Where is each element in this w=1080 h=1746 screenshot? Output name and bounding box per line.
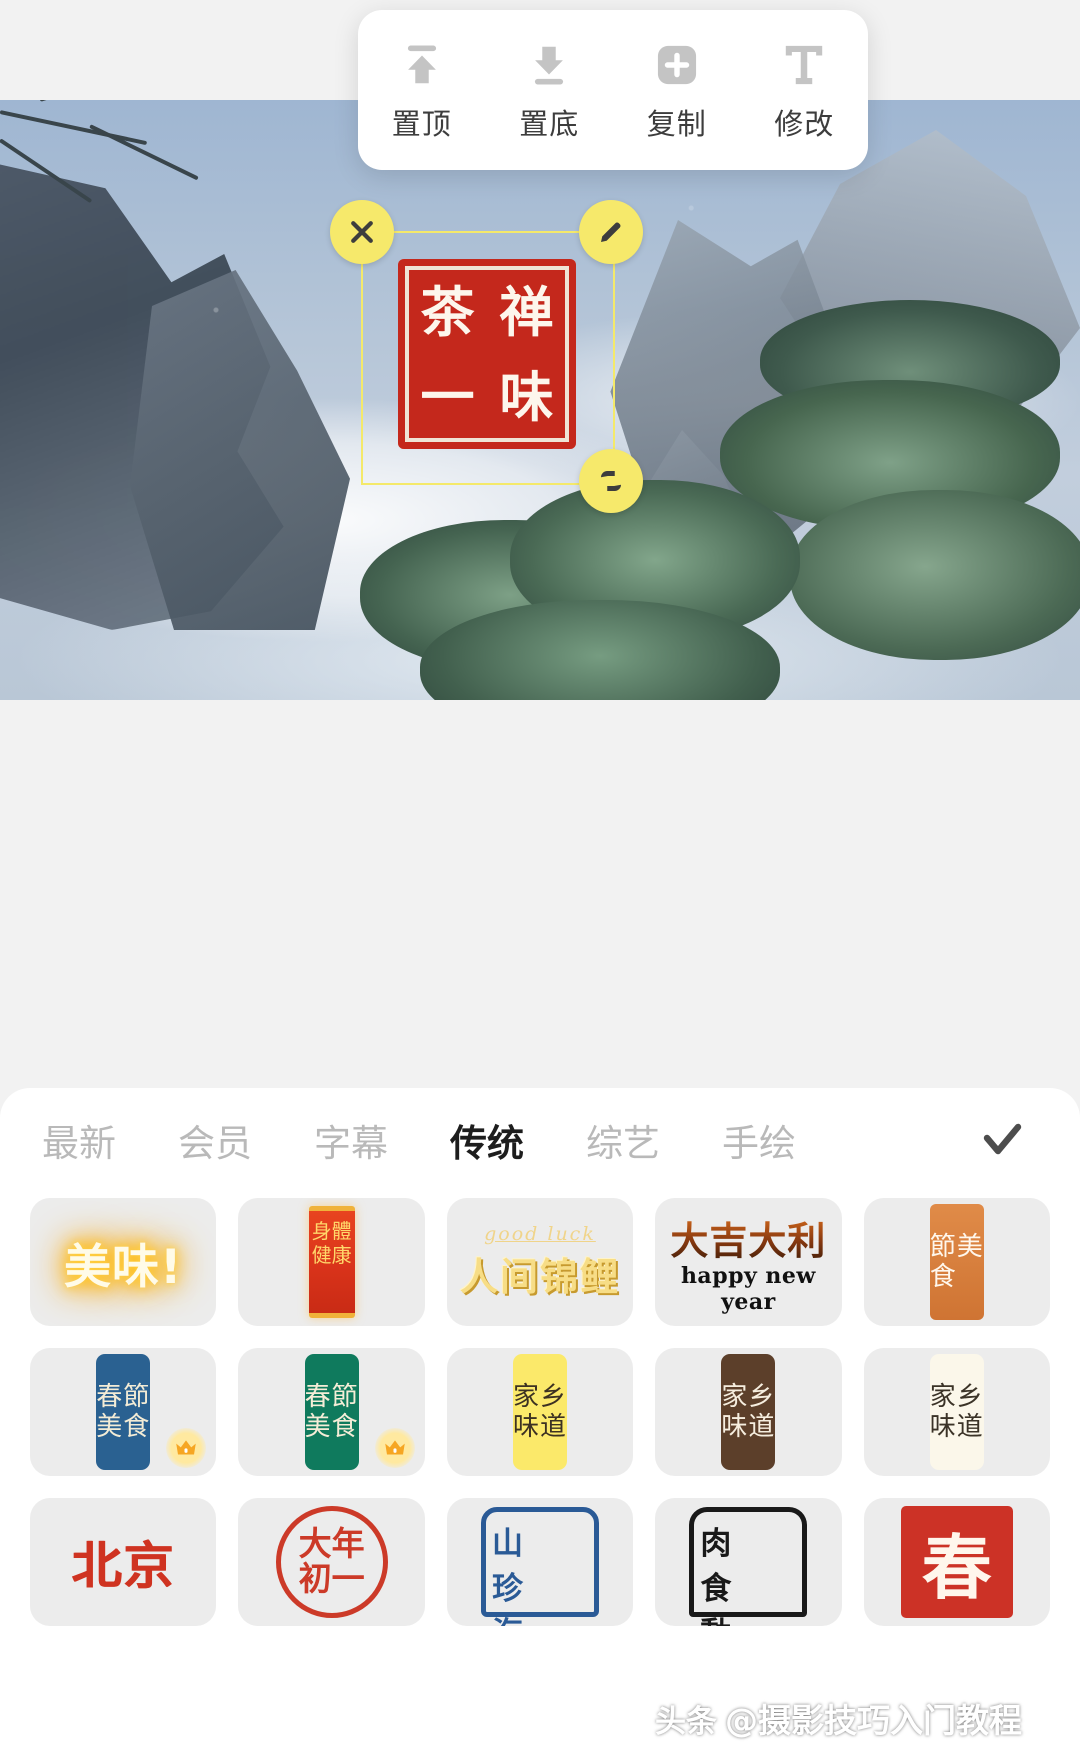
sticker-label: 大年初一 bbox=[276, 1506, 388, 1618]
selected-sticker-stamp[interactable]: 茶 禅 一 味 bbox=[398, 259, 576, 449]
sticker-grid: 美味! 身體健康 good luck 人间锦鲤 大吉大利 happy new y… bbox=[0, 1192, 1080, 1626]
duplicate-button[interactable]: 复制 bbox=[620, 37, 733, 143]
sticker-label: 家乡味道 bbox=[513, 1354, 567, 1470]
sticker-sublabel: happy new year bbox=[655, 1263, 841, 1315]
confirm-button[interactable] bbox=[956, 1102, 1048, 1178]
stamp-char-1: 茶 bbox=[421, 285, 475, 339]
send-to-back-label: 置底 bbox=[519, 101, 579, 143]
sticker-label: 節美食 bbox=[930, 1204, 984, 1320]
tab-shouhui[interactable]: 手绘 bbox=[722, 1113, 796, 1167]
watermark-logo: 头条 bbox=[655, 1696, 717, 1741]
sticker-item-14[interactable]: 肉食動物 bbox=[655, 1498, 841, 1626]
sticker-item-4[interactable]: 大吉大利 happy new year bbox=[655, 1198, 841, 1326]
send-to-back-icon bbox=[523, 37, 575, 93]
sticker-item-5[interactable]: 節美食 bbox=[864, 1198, 1050, 1326]
sticker-context-toolbar: 置顶 置底 复制 修改 bbox=[358, 10, 868, 170]
sticker-label: 大吉大利 bbox=[655, 1210, 841, 1265]
sticker-panel: 最新 会员 字幕 传统 综艺 手绘 美味! 身體健康 good luck 人间锦… bbox=[0, 1088, 1080, 1746]
sticker-item-3[interactable]: good luck 人间锦鲤 bbox=[447, 1198, 633, 1326]
sticker-item-2[interactable]: 身體健康 bbox=[238, 1198, 424, 1326]
sticker-item-15[interactable]: 春 bbox=[864, 1498, 1050, 1626]
vip-crown-badge bbox=[166, 1428, 206, 1468]
sticker-label: 春 bbox=[901, 1506, 1013, 1618]
edit-text-icon bbox=[778, 37, 830, 93]
bring-to-front-label: 置顶 bbox=[392, 101, 452, 143]
sticker-item-9[interactable]: 家乡味道 bbox=[655, 1348, 841, 1476]
vip-crown-badge bbox=[375, 1428, 415, 1468]
stamp-char-3: 一 bbox=[421, 370, 475, 424]
edit-text-button[interactable]: 修改 bbox=[748, 37, 861, 143]
sticker-item-11[interactable]: 北京 bbox=[30, 1498, 216, 1626]
sticker-label: 身體健康 bbox=[309, 1206, 355, 1318]
pencil-icon bbox=[596, 217, 626, 247]
tab-zuixin[interactable]: 最新 bbox=[42, 1113, 116, 1167]
sticker-item-13[interactable]: 山珍海味 bbox=[447, 1498, 633, 1626]
bring-to-front-button[interactable]: 置顶 bbox=[365, 37, 478, 143]
watermark: 头条 @摄影技巧入门教程 bbox=[655, 1694, 1022, 1742]
sticker-label: 家乡味道 bbox=[721, 1354, 775, 1470]
bring-to-front-icon bbox=[396, 37, 448, 93]
check-icon bbox=[971, 1116, 1033, 1164]
sticker-label: 美味! bbox=[64, 1228, 182, 1297]
sticker-label: 肉食動物 bbox=[689, 1507, 807, 1617]
sticker-label: 春節美食 bbox=[305, 1354, 359, 1470]
sticker-item-12[interactable]: 大年初一 bbox=[238, 1498, 424, 1626]
duplicate-icon bbox=[651, 37, 703, 93]
category-tabbar[interactable]: 最新 会员 字幕 传统 综艺 手绘 bbox=[0, 1088, 1080, 1192]
stamp-char-2: 禅 bbox=[500, 285, 554, 339]
tab-zimu[interactable]: 字幕 bbox=[314, 1113, 388, 1167]
duplicate-label: 复制 bbox=[647, 101, 707, 143]
tabbar-fade-overlay bbox=[842, 1088, 962, 1192]
sticker-label: 北京 bbox=[71, 1526, 175, 1598]
tab-huiyuan[interactable]: 会员 bbox=[178, 1113, 252, 1167]
sticker-art: 大吉大利 happy new year bbox=[655, 1210, 841, 1315]
delete-handle[interactable] bbox=[330, 200, 394, 264]
sticker-item-10[interactable]: 家乡味道 bbox=[864, 1348, 1050, 1476]
close-icon bbox=[347, 217, 377, 247]
sticker-label: 春節美食 bbox=[96, 1354, 150, 1470]
tab-chuantong[interactable]: 传统 bbox=[450, 1113, 524, 1167]
sticker-label: 家乡味道 bbox=[930, 1354, 984, 1470]
edit-text-label: 修改 bbox=[774, 101, 834, 143]
crown-icon bbox=[382, 1435, 408, 1461]
sticker-item-6[interactable]: 春節美食 bbox=[30, 1348, 216, 1476]
edit-handle[interactable] bbox=[579, 200, 643, 264]
stamp-char-4: 味 bbox=[500, 370, 554, 424]
sticker-label: 山珍海味 bbox=[481, 1507, 599, 1617]
send-to-back-button[interactable]: 置底 bbox=[493, 37, 606, 143]
sticker-item-8[interactable]: 家乡味道 bbox=[447, 1348, 633, 1476]
scale-rotate-handle[interactable] bbox=[579, 449, 643, 513]
sticker-sublabel: good luck bbox=[460, 1223, 620, 1245]
watermark-handle: @摄影技巧入门教程 bbox=[725, 1694, 1022, 1742]
sticker-art: good luck 人间锦鲤 bbox=[460, 1223, 620, 1301]
resize-icon bbox=[596, 466, 626, 496]
sticker-item-7[interactable]: 春節美食 bbox=[238, 1348, 424, 1476]
sticker-item-1[interactable]: 美味! bbox=[30, 1198, 216, 1326]
tab-zongyi[interactable]: 综艺 bbox=[586, 1113, 660, 1167]
sticker-label: 人间锦鲤 bbox=[460, 1246, 620, 1301]
crown-icon bbox=[173, 1435, 199, 1461]
